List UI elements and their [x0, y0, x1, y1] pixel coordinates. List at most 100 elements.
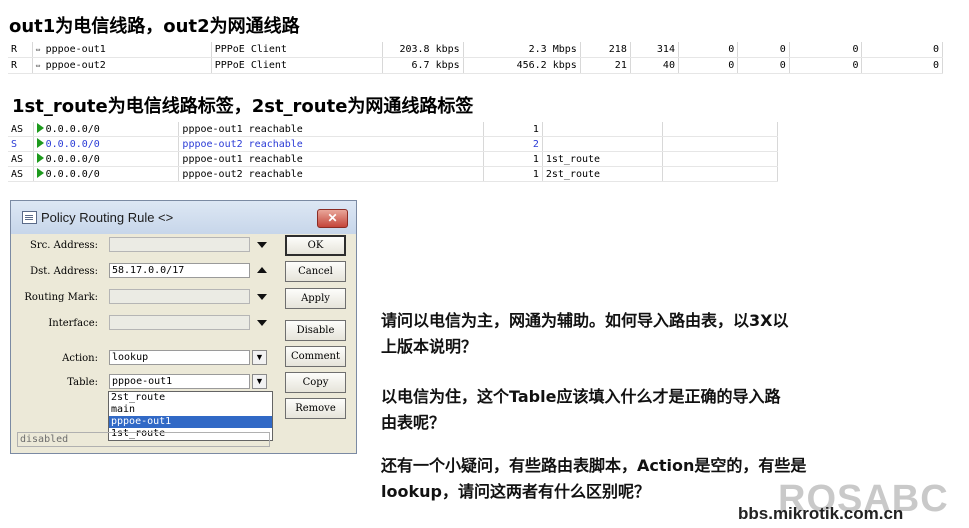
interface-rx-rate: 456.2 kbps: [463, 57, 581, 74]
table-option-selected[interactable]: pppoe-out1: [109, 416, 272, 428]
disable-button[interactable]: Disable: [285, 320, 346, 341]
route-row[interactable]: AS 0.0.0.0/0 pppoe-out1 reachable 1: [8, 122, 779, 137]
dialog-title: Policy Routing Rule <>: [41, 210, 174, 225]
interface-name: pppoe-out2: [45, 60, 106, 71]
route-row[interactable]: AS 0.0.0.0/0 pppoe-out1 reachable 1 1st_…: [8, 151, 779, 167]
question-1-line-2: 上版本说明？: [381, 337, 478, 356]
interface-counter: 0: [737, 57, 790, 74]
ok-button[interactable]: OK: [285, 235, 346, 256]
route-flag: AS: [8, 122, 34, 137]
interface-tx-rate: 6.7 kbps: [382, 57, 464, 74]
close-button[interactable]: ✕: [317, 209, 348, 228]
expand-down-icon[interactable]: [257, 294, 267, 300]
question-1-line-1: 请问以电信为主，网通为辅助。如何导入路由表，以3X以: [381, 311, 789, 330]
apply-button[interactable]: Apply: [285, 288, 346, 309]
route-dst: 0.0.0.0/0: [45, 139, 100, 150]
question-3-line-1: 还有一个小疑问，有些路由表脚本，Action是空的，有些是: [381, 456, 807, 475]
route-flag: S: [8, 136, 34, 152]
window-icon: [22, 211, 37, 224]
question-3: 还有一个小疑问，有些路由表脚本，Action是空的，有些是 lookup，请问这…: [381, 453, 806, 505]
table-label: Table:: [67, 377, 98, 388]
interfaces-table: R ⇔ pppoe-out1 PPPoE Client 203.8 kbps 2.…: [8, 42, 943, 74]
question-3-line-2: lookup，请问这两者有什么区别呢？: [381, 482, 650, 501]
route-mark: 2st_route: [542, 166, 663, 182]
copy-button[interactable]: Copy: [285, 372, 346, 393]
interface-counter: 0: [678, 42, 739, 58]
interface-counter: 0: [737, 42, 790, 58]
remove-button[interactable]: Remove: [285, 398, 346, 419]
route-active-icon: [36, 168, 44, 178]
route-mark: 1st_route: [542, 151, 663, 167]
route-gateway: pppoe-out1 reachable: [178, 122, 485, 137]
route-mark: [542, 136, 663, 152]
collapse-up-icon[interactable]: [257, 267, 267, 273]
interface-rx-packets: 40: [630, 57, 679, 74]
interface-tx-packets: 218: [580, 42, 631, 58]
route-gateway: pppoe-out2 reachable: [178, 166, 485, 182]
status-bar: disabled: [17, 432, 270, 447]
question-2: 以电信为住，这个Table应该填入什么才是正确的导入路 由表呢？: [381, 384, 780, 436]
interface-name: pppoe-out1: [45, 44, 106, 55]
table-dropdown-icon[interactable]: ▼: [252, 374, 267, 389]
interface-rx-packets: 314: [630, 42, 679, 58]
action-dropdown-icon[interactable]: ▼: [252, 350, 267, 365]
dst-address-label: Dst. Address:: [30, 266, 98, 277]
interface-icon: ⇔: [35, 61, 41, 70]
interface-counter: 0: [789, 42, 863, 58]
interface-icon: ⇔: [35, 45, 41, 54]
interface-rx-rate: 2.3 Mbps: [463, 42, 581, 58]
route-dst: 0.0.0.0/0: [45, 169, 100, 180]
routing-mark-label: Routing Mark:: [24, 292, 98, 303]
action-label: Action:: [62, 353, 98, 364]
route-active-icon: [36, 138, 44, 148]
route-gateway: pppoe-out1 reachable: [178, 151, 485, 167]
src-address-field[interactable]: [109, 237, 250, 252]
question-1: 请问以电信为主，网通为辅助。如何导入路由表，以3X以 上版本说明？: [381, 308, 788, 360]
interface-flag: R: [8, 42, 33, 58]
interface-counter: 0: [861, 42, 943, 58]
expand-down-icon[interactable]: [257, 242, 267, 248]
route-dst: 0.0.0.0/0: [45, 154, 100, 165]
interface-row[interactable]: R ⇔ pppoe-out2 PPPoE Client 6.7 kbps 456.…: [8, 57, 943, 74]
route-flag: AS: [8, 166, 34, 182]
table-select[interactable]: pppoe-out1: [109, 374, 250, 389]
interface-type: PPPoE Client: [211, 57, 384, 74]
expand-down-icon[interactable]: [257, 320, 267, 326]
dst-address-field[interactable]: 58.17.0.0/17: [109, 263, 250, 278]
interface-type: PPPoE Client: [211, 42, 384, 58]
routes-heading: 1st_route为电信线路标签，2st_route为网通线路标签: [12, 96, 474, 117]
interface-tx-packets: 21: [580, 57, 631, 74]
route-gateway: pppoe-out2 reachable: [178, 136, 485, 152]
route-distance: 1: [483, 166, 543, 182]
interface-counter: 0: [678, 57, 739, 74]
route-distance: 1: [483, 122, 543, 137]
route-active-icon: [36, 123, 44, 133]
interface-counter: 0: [789, 57, 863, 74]
table-option[interactable]: main: [109, 404, 272, 416]
comment-button[interactable]: Comment: [285, 346, 346, 367]
routes-table: AS 0.0.0.0/0 pppoe-out1 reachable 1 S 0.…: [8, 122, 779, 182]
policy-routing-rule-dialog: Policy Routing Rule <> ✕ Src. Address: D…: [10, 200, 357, 454]
question-2-line-1: 以电信为住，这个Table应该填入什么才是正确的导入路: [381, 387, 781, 406]
interface-field[interactable]: [109, 315, 250, 330]
interface-tx-rate: 203.8 kbps: [382, 42, 464, 58]
routing-mark-field[interactable]: [109, 289, 250, 304]
route-mark: [542, 122, 663, 137]
route-distance: 1: [483, 151, 543, 167]
watermark-url: bbs.mikrotik.com.cn: [738, 504, 904, 523]
interface-counter: 0: [861, 57, 943, 74]
interface-flag: R: [8, 57, 33, 74]
table-option[interactable]: 2st_route: [109, 392, 272, 404]
route-distance: 2: [483, 136, 543, 152]
src-address-label: Src. Address:: [30, 240, 98, 251]
interface-label: Interface:: [48, 318, 98, 329]
action-select[interactable]: lookup: [109, 350, 250, 365]
cancel-button[interactable]: Cancel: [285, 261, 346, 282]
route-dst: 0.0.0.0/0: [45, 124, 100, 135]
route-active-icon: [36, 153, 44, 163]
interfaces-heading: out1为电信线路，out2为网通线路: [9, 16, 300, 37]
dialog-titlebar[interactable]: Policy Routing Rule <> ✕: [11, 201, 356, 234]
interface-row[interactable]: R ⇔ pppoe-out1 PPPoE Client 203.8 kbps 2.…: [8, 42, 943, 58]
route-row[interactable]: AS 0.0.0.0/0 pppoe-out2 reachable 1 2st_…: [8, 166, 779, 182]
route-row[interactable]: S 0.0.0.0/0 pppoe-out2 reachable 2: [8, 136, 779, 152]
